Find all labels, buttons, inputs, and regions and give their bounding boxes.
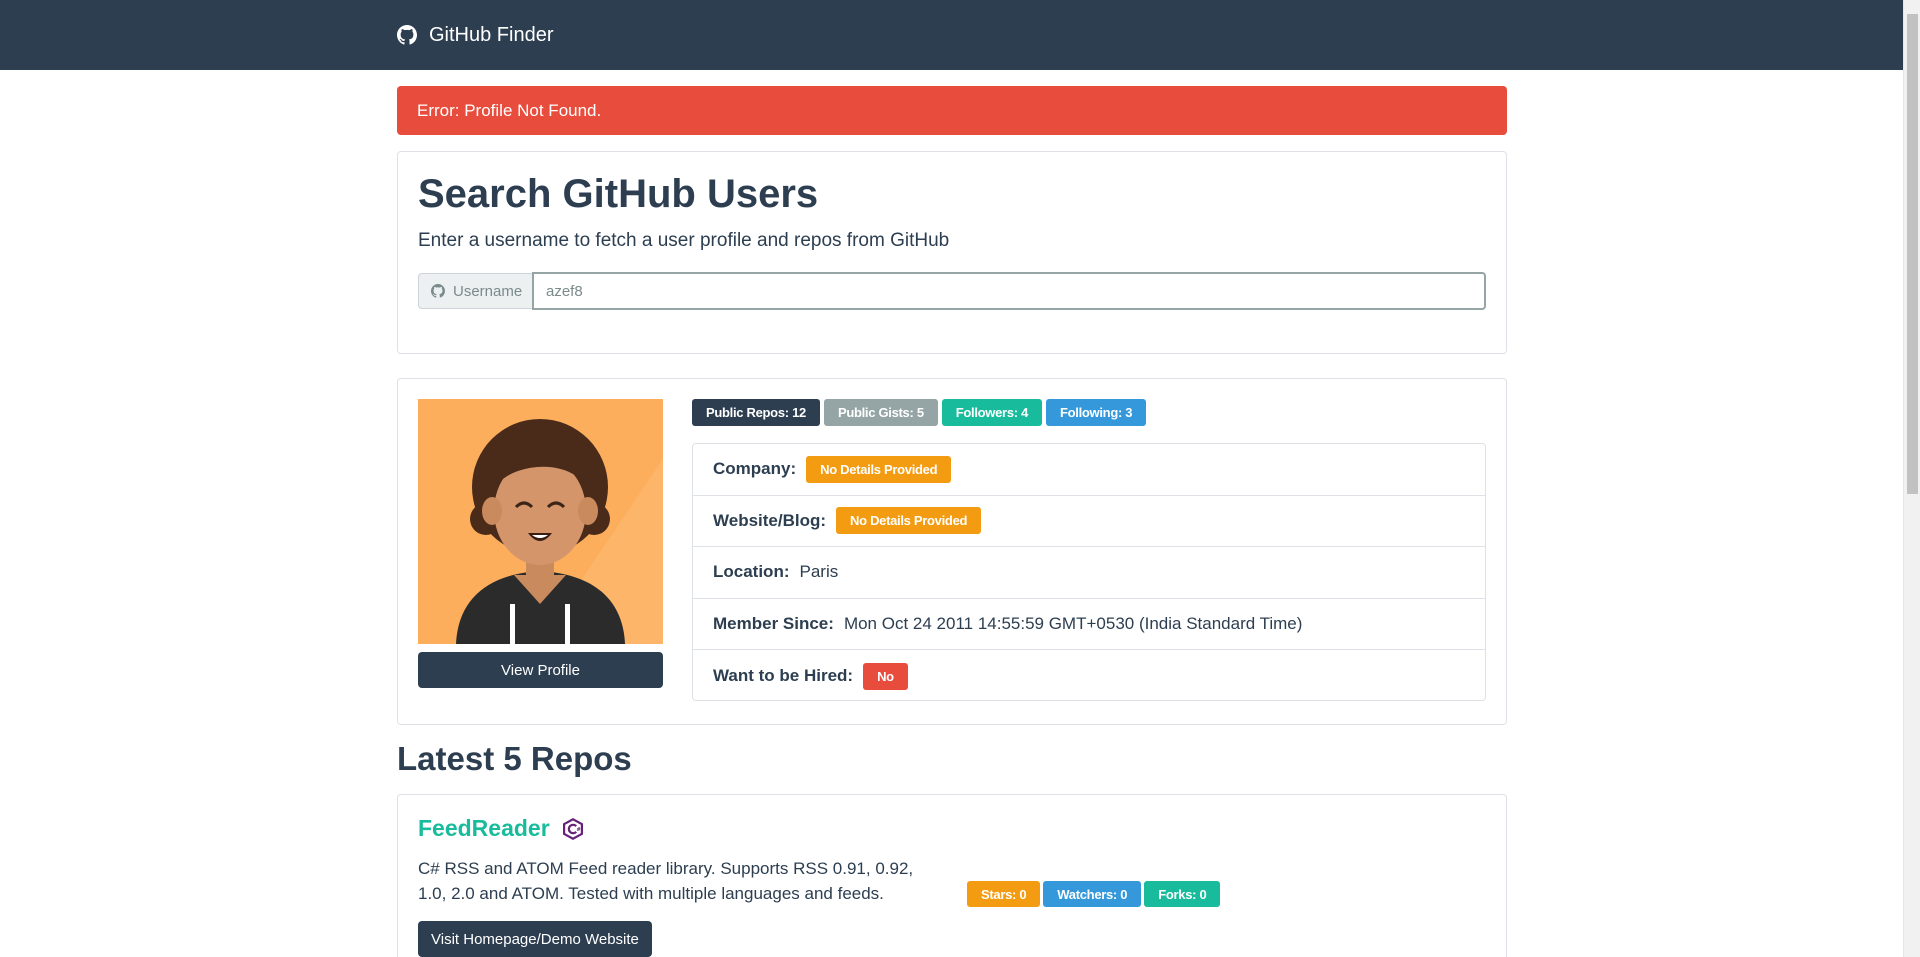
member-since-label: Member Since: [713,614,834,634]
list-item: Location: Paris [693,547,1485,599]
username-input[interactable] [532,272,1486,310]
repo-link[interactable]: FeedReader # [418,815,584,842]
search-title: Search GitHub Users [418,172,819,216]
list-item: Want to be Hired: No [693,650,1485,702]
website-label: Website/Blog: [713,510,827,530]
avatar [418,399,663,644]
repo-description: C# RSS and ATOM Feed reader library. Sup… [418,859,914,903]
repos-title: Latest 5 Repos [397,740,632,777]
navbar: GitHub Finder [0,0,1903,70]
hireable-label: Want to be Hired: [713,666,854,686]
profile-details-list: Company: No Details Provided Website/Blo… [692,443,1486,701]
profile-card: View Profile Public Repos: 12 Public Gis… [397,378,1507,725]
website-badge: No Details Provided [836,507,982,535]
username-prepend-label: Username [453,282,523,300]
watchers-badge: Watchers: 0 [1043,881,1142,907]
github-icon [431,284,445,298]
view-profile-button[interactable]: View Profile [418,652,663,688]
location-label: Location: [713,562,790,582]
brand-label: GitHub Finder [429,23,554,46]
username-input-group: Username [418,272,1486,310]
scrollbar-thumb[interactable] [1907,14,1918,494]
company-label: Company: [713,459,797,479]
list-item: Website/Blog: No Details Provided [693,496,1485,548]
forks-badge: Forks: 0 [1144,881,1221,907]
repo-stats: Stars: 0 Watchers: 0 Forks: 0 [967,881,1221,907]
following-badge: Following: 3 [1046,399,1147,426]
svg-text:#: # [576,827,580,833]
list-item: Member Since: Mon Oct 24 2011 14:55:59 G… [693,599,1485,651]
page-scrollbar[interactable] [1903,0,1920,957]
avatar-illustration [418,399,663,644]
list-item: Company: No Details Provided [693,444,1485,496]
stars-badge: Stars: 0 [967,881,1041,907]
public-gists-badge: Public Gists: 5 [823,399,938,426]
repo-card: FeedReader # C# RSS and ATOM Feed reader… [397,794,1507,957]
followers-badge: Followers: 4 [941,399,1043,426]
github-icon [397,25,417,45]
hireable-badge: No [863,662,908,690]
username-prepend: Username [418,273,532,309]
visit-homepage-button[interactable]: Visit Homepage/Demo Website [418,921,652,957]
location-value: Paris [799,562,839,582]
csharp-icon: # [562,817,583,840]
member-since-value: Mon Oct 24 2011 14:55:59 GMT+0530 (India… [843,614,1303,634]
brand-link[interactable]: GitHub Finder [397,0,554,70]
error-alert: Error: Profile Not Found. [397,86,1507,135]
company-badge: No Details Provided [806,455,952,483]
repo-name: FeedReader [418,815,550,841]
error-message: Error: Profile Not Found. [417,100,602,120]
profile-stats: Public Repos: 12 Public Gists: 5 Followe… [692,399,1147,426]
search-subtitle: Enter a username to fetch a user profile… [418,230,950,251]
public-repos-badge: Public Repos: 12 [692,399,820,426]
search-card: Search GitHub Users Enter a username to … [397,151,1507,354]
